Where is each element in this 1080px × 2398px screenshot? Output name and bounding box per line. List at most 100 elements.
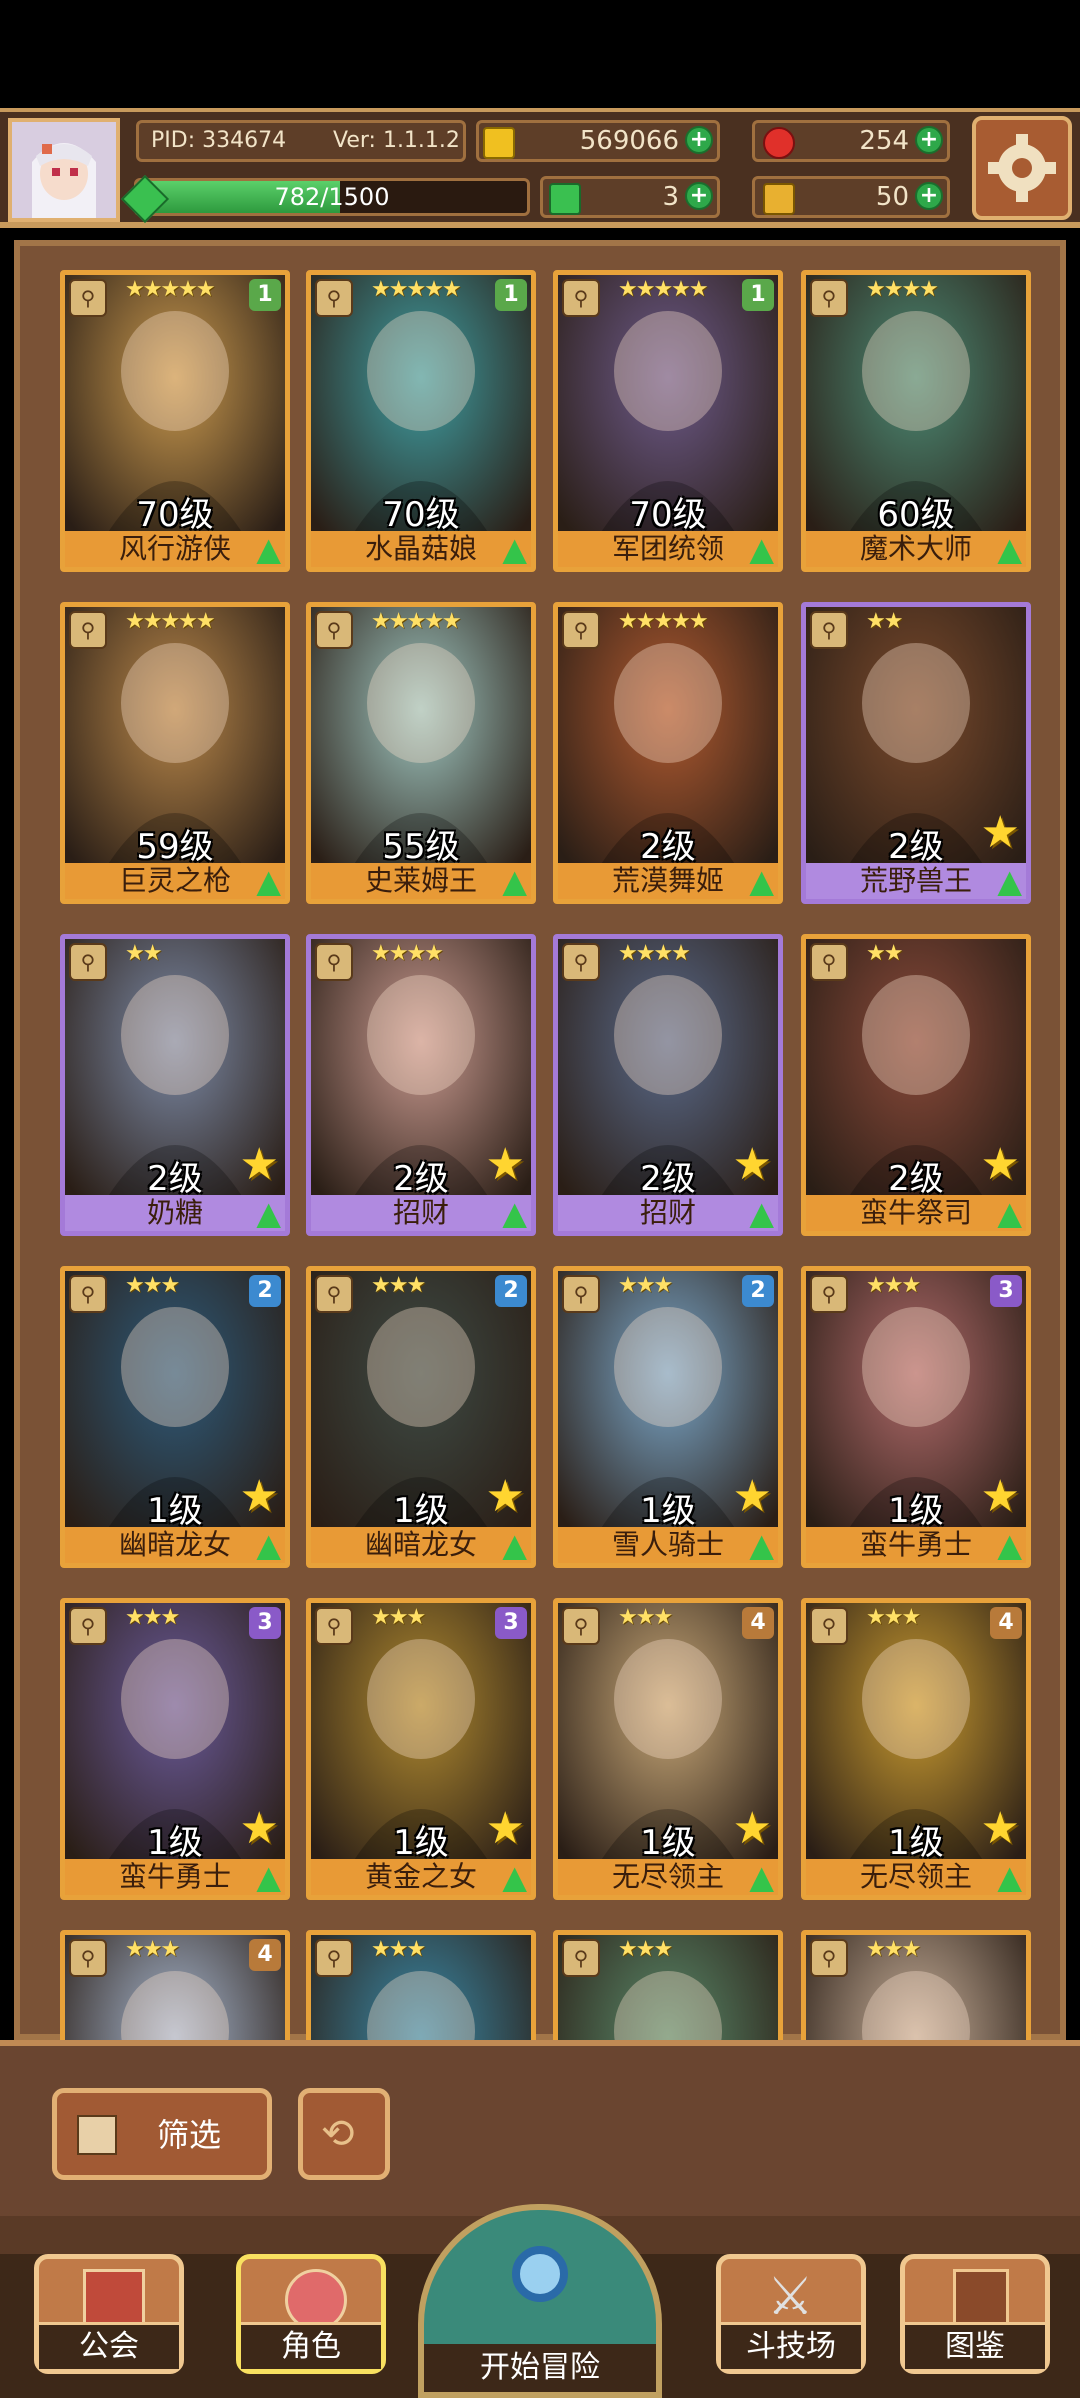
character-card[interactable]: ⚲ ★★★ 4 1级 ★ 无尽领主 ▲ — [801, 1598, 1031, 1900]
character-name: 幽暗龙女 — [65, 1527, 285, 1563]
level-up-arrow-icon[interactable]: ▲ — [256, 1529, 281, 1561]
xp-bar: 782/1500 — [134, 178, 530, 216]
class-icon: ⚲ — [810, 1607, 848, 1645]
nav-guild[interactable]: 公会 — [34, 2254, 184, 2374]
level-up-arrow-icon[interactable]: ▲ — [997, 1197, 1022, 1229]
rarity-stars: ★★★★★ — [618, 609, 709, 634]
start-adventure-button[interactable]: 开始冒险 — [418, 2204, 662, 2398]
rank-badge: 1 — [249, 279, 281, 311]
rank-badge: 4 — [990, 1607, 1022, 1639]
rarity-stars: ★★★★★ — [125, 609, 216, 634]
level-up-arrow-icon[interactable]: ▲ — [256, 865, 281, 897]
character-level: 59级 — [136, 827, 214, 867]
level-up-arrow-icon[interactable]: ▲ — [749, 1197, 774, 1229]
class-icon: ⚲ — [562, 1939, 600, 1977]
rank-badge: 2 — [495, 1275, 527, 1307]
character-card[interactable]: ⚲ ★★★ 2 1级 ★ 幽暗龙女 ▲ — [306, 1266, 536, 1568]
player-avatar[interactable] — [8, 118, 120, 222]
xp-text: 782/1500 — [274, 183, 390, 211]
version-label: Ver: 1.1.1.2 — [333, 128, 460, 153]
character-card[interactable]: ⚲ ★★★ 3 1级 ★ 蛮牛勇士 ▲ — [801, 1266, 1031, 1568]
star-upgrade-icon: ★ — [980, 1803, 1020, 1854]
character-level: 70级 — [629, 495, 707, 535]
level-up-arrow-icon[interactable]: ▲ — [502, 1529, 527, 1561]
level-up-arrow-icon[interactable]: ▲ — [997, 1529, 1022, 1561]
level-up-arrow-icon[interactable]: ▲ — [749, 865, 774, 897]
character-level: 70级 — [136, 495, 214, 535]
class-icon: ⚲ — [69, 1939, 107, 1977]
rarity-stars: ★★ — [866, 941, 903, 966]
add-key-button[interactable]: + — [915, 182, 943, 210]
character-card[interactable]: ⚲ ★★★★★ 1 70级 风行游侠 ▲ — [60, 270, 290, 572]
character-card[interactable]: ⚲ ★★ 2级 ★ 蛮牛祭司 ▲ — [801, 934, 1031, 1236]
character-card[interactable]: ⚲ ★★★★ 2级 ★ 招财 ▲ — [306, 934, 536, 1236]
character-level: 70级 — [382, 495, 460, 535]
add-gem-button[interactable]: + — [915, 126, 943, 154]
rank-badge: 2 — [742, 1275, 774, 1307]
gold-box: 569066 + — [476, 120, 720, 162]
settings-button[interactable] — [972, 116, 1072, 220]
start-adventure-label: 开始冒险 — [424, 2344, 656, 2392]
rank-badge: 1 — [742, 279, 774, 311]
level-up-arrow-icon[interactable]: ▲ — [502, 1861, 527, 1893]
class-icon: ⚲ — [69, 611, 107, 649]
nav-character[interactable]: 角色 — [236, 2254, 386, 2374]
star-upgrade-icon: ★ — [732, 1803, 772, 1854]
level-up-arrow-icon[interactable]: ▲ — [749, 1529, 774, 1561]
character-level: 60级 — [877, 495, 955, 535]
character-card[interactable]: ⚲ ★★★★ 60级 魔术大师 ▲ — [801, 270, 1031, 572]
character-name: 荒漠舞姬 — [558, 863, 778, 899]
gear-icon — [988, 134, 1056, 202]
class-icon: ⚲ — [562, 1275, 600, 1313]
add-clover-button[interactable]: + — [685, 182, 713, 210]
nav-guild-label: 公会 — [39, 2322, 179, 2369]
level-up-arrow-icon[interactable]: ▲ — [997, 865, 1022, 897]
level-up-arrow-icon[interactable]: ▲ — [256, 533, 281, 565]
level-up-arrow-icon[interactable]: ▲ — [256, 1197, 281, 1229]
star-upgrade-icon: ★ — [485, 1139, 525, 1190]
gold-amount: 569066 — [579, 126, 679, 156]
refresh-icon: ⟲ — [321, 2111, 355, 2157]
character-card[interactable]: ⚲ ★★ 2级 ★ 奶糖 ▲ — [60, 934, 290, 1236]
level-up-arrow-icon[interactable]: ▲ — [502, 865, 527, 897]
character-name: 魔术大师 — [806, 531, 1026, 567]
character-card[interactable]: ⚲ ★★★★★ 2级 荒漠舞姬 ▲ — [553, 602, 783, 904]
adventure-icon — [512, 2246, 568, 2302]
character-card[interactable]: ⚲ ★★★★★ 1 70级 军团统领 ▲ — [553, 270, 783, 572]
character-name: 水晶菇娘 — [311, 531, 531, 567]
rank-badge: 2 — [249, 1275, 281, 1307]
character-card[interactable]: ⚲ ★★★ 4 1级 ★ 无尽领主 ▲ — [553, 1598, 783, 1900]
red-gem-icon — [763, 127, 795, 159]
level-up-arrow-icon[interactable]: ▲ — [997, 1861, 1022, 1893]
add-gold-button[interactable]: + — [685, 126, 713, 154]
gem-box: 254 + — [752, 120, 950, 162]
character-name: 蛮牛勇士 — [806, 1527, 1026, 1563]
refresh-button[interactable]: ⟲ — [298, 2088, 390, 2180]
character-name: 奶糖 — [65, 1195, 285, 1231]
character-card[interactable]: ⚲ ★★★ 2 1级 ★ 幽暗龙女 ▲ — [60, 1266, 290, 1568]
level-up-arrow-icon[interactable]: ▲ — [749, 1861, 774, 1893]
level-up-arrow-icon[interactable]: ▲ — [502, 533, 527, 565]
class-icon: ⚲ — [562, 943, 600, 981]
rarity-stars: ★★★ — [125, 1937, 180, 1962]
level-up-arrow-icon[interactable]: ▲ — [502, 1197, 527, 1229]
level-up-arrow-icon[interactable]: ▲ — [997, 533, 1022, 565]
rarity-stars: ★★★★ — [866, 277, 939, 302]
filter-button[interactable]: 筛选 — [52, 2088, 272, 2180]
character-card[interactable]: ⚲ ★★★★★ 1 70级 水晶菇娘 ▲ — [306, 270, 536, 572]
character-card[interactable]: ⚲ ★★★★ 2级 ★ 招财 ▲ — [553, 934, 783, 1236]
level-up-arrow-icon[interactable]: ▲ — [256, 1861, 281, 1893]
character-card[interactable]: ⚲ ★★★ 2 1级 ★ 雪人骑士 ▲ — [553, 1266, 783, 1568]
character-card[interactable]: ⚲ ★★★★★ 55级 史莱姆王 ▲ — [306, 602, 536, 904]
filter-bar: 筛选 ⟲ — [0, 2040, 1080, 2216]
class-icon: ⚲ — [315, 943, 353, 981]
star-upgrade-icon: ★ — [485, 1471, 525, 1522]
nav-codex[interactable]: 图鉴 — [900, 2254, 1050, 2374]
level-up-arrow-icon[interactable]: ▲ — [749, 533, 774, 565]
character-card[interactable]: ⚲ ★★★ 3 1级 ★ 蛮牛勇士 ▲ — [60, 1598, 290, 1900]
character-level: 55级 — [382, 827, 460, 867]
character-card[interactable]: ⚲ ★★★★★ 59级 巨灵之枪 ▲ — [60, 602, 290, 904]
character-card[interactable]: ⚲ ★★★ 3 1级 ★ 黄金之女 ▲ — [306, 1598, 536, 1900]
nav-arena[interactable]: ⚔ 斗技场 — [716, 2254, 866, 2374]
character-card[interactable]: ⚲ ★★ 2级 ★ 荒野兽王 ▲ — [801, 602, 1031, 904]
